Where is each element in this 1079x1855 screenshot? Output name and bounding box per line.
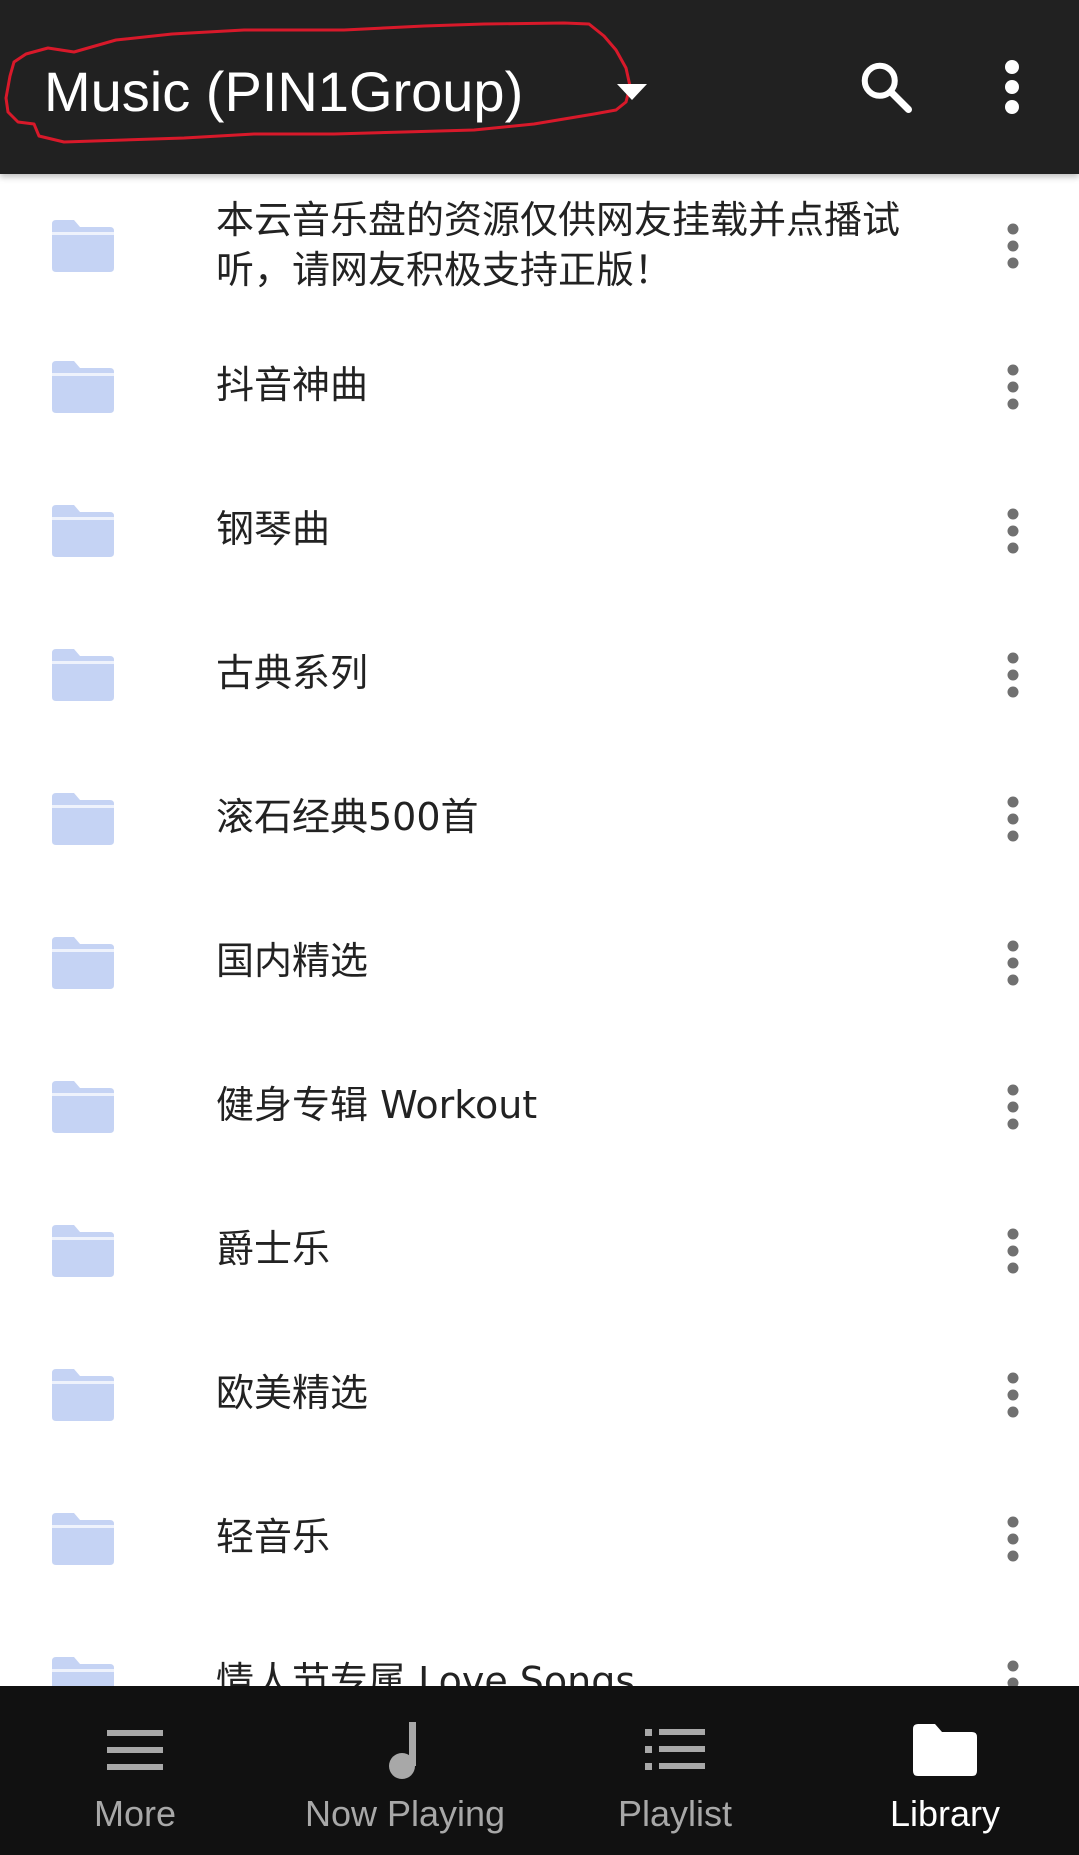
folder-name: 健身专辑 Workout: [216, 1083, 538, 1127]
item-more-button[interactable]: [1000, 1655, 1026, 1686]
folder-name: 国内精选: [216, 939, 369, 983]
more-vert-icon: [1007, 223, 1019, 269]
nav-more[interactable]: More: [0, 1686, 270, 1855]
more-vert-icon: [1005, 60, 1019, 114]
menu-icon: [107, 1730, 163, 1770]
folder-name: 情人节专属 Love Songs: [216, 1659, 636, 1686]
more-vert-icon: [1007, 1084, 1019, 1130]
music-note-icon: [389, 1722, 416, 1779]
search-icon: [861, 62, 912, 113]
folder-name: 欧美精选: [216, 1371, 369, 1415]
more-vert-icon: [1007, 508, 1019, 554]
app-bar: Music (PIN1Group): [0, 0, 1079, 174]
list-item[interactable]: 爵士乐: [0, 1185, 1079, 1329]
more-vert-icon: [1007, 940, 1019, 986]
search-button[interactable]: [846, 47, 926, 127]
list-item[interactable]: 滚石经典500首: [0, 753, 1079, 897]
app-title[interactable]: Music (PIN1Group): [44, 56, 523, 128]
nav-library-label: Library: [889, 1793, 1001, 1834]
list-item[interactable]: 钢琴曲: [0, 465, 1079, 609]
folder-icon: [913, 1724, 977, 1776]
item-more-button[interactable]: [1000, 1079, 1026, 1135]
more-vert-icon: [1007, 1516, 1019, 1562]
folder-icon: [52, 793, 114, 845]
item-more-button[interactable]: [1000, 791, 1026, 847]
folder-icon: [52, 1225, 114, 1277]
more-vert-icon: [1007, 364, 1019, 410]
item-more-button[interactable]: [1000, 1223, 1026, 1279]
folder-name: 轻音乐: [216, 1515, 331, 1559]
item-more-button[interactable]: [1000, 935, 1026, 991]
folder-name: 抖音神曲: [216, 363, 369, 407]
folder-icon: [52, 505, 114, 557]
item-more-button[interactable]: [1000, 1367, 1026, 1423]
folder-icon: [52, 1369, 114, 1421]
list-item[interactable]: 情人节专属 Love Songs: [0, 1617, 1079, 1686]
list-item[interactable]: 国内精选: [0, 897, 1079, 1041]
folder-icon: [52, 1513, 114, 1565]
more-vert-icon: [1007, 1228, 1019, 1274]
folder-name: 古典系列: [216, 651, 369, 695]
list-item[interactable]: 健身专辑 Workout: [0, 1041, 1079, 1185]
item-more-button[interactable]: [1000, 359, 1026, 415]
item-more-button[interactable]: [1000, 1511, 1026, 1567]
folder-name: 滚石经典500首: [216, 795, 479, 839]
list-item[interactable]: 本云音乐盘的资源仅供网友挂载并点播试听，请网友积极支持正版！: [0, 174, 1079, 316]
folder-name: 爵士乐: [216, 1227, 331, 1271]
list-item[interactable]: 欧美精选: [0, 1329, 1079, 1473]
dropdown-arrow-icon[interactable]: [617, 84, 647, 102]
item-more-button[interactable]: [1000, 647, 1026, 703]
more-vert-icon: [1007, 796, 1019, 842]
overflow-menu-button[interactable]: [972, 47, 1052, 127]
nav-now-playing-label: Now Playing: [304, 1793, 506, 1834]
item-more-button[interactable]: [1000, 503, 1026, 559]
list-item[interactable]: 抖音神曲: [0, 321, 1079, 465]
folder-icon: [52, 220, 114, 272]
list-item[interactable]: 轻音乐: [0, 1473, 1079, 1617]
folder-icon: [52, 1657, 114, 1686]
folder-name: 本云音乐盘的资源仅供网友挂载并点播试听，请网友积极支持正版！: [216, 198, 901, 292]
more-vert-icon: [1007, 652, 1019, 698]
folder-name: 钢琴曲: [216, 507, 331, 551]
nav-playlist[interactable]: Playlist: [540, 1686, 810, 1855]
item-more-button[interactable]: [1000, 218, 1026, 274]
playlist-icon: [645, 1729, 705, 1770]
folder-icon: [52, 361, 114, 413]
folder-icon: [52, 937, 114, 989]
nav-library[interactable]: Library: [810, 1686, 1079, 1855]
folder-list[interactable]: 本云音乐盘的资源仅供网友挂载并点播试听，请网友积极支持正版！ 抖音神曲 钢琴曲: [0, 174, 1079, 1686]
nav-playlist-label: Playlist: [617, 1793, 733, 1834]
folder-icon: [52, 649, 114, 701]
folder-icon: [52, 1081, 114, 1133]
more-vert-icon: [1007, 1660, 1019, 1686]
nav-now-playing[interactable]: Now Playing: [270, 1686, 540, 1855]
list-item[interactable]: 古典系列: [0, 609, 1079, 753]
nav-more-label: More: [93, 1793, 177, 1834]
more-vert-icon: [1007, 1372, 1019, 1418]
bottom-navigation: More Now Playing Playlist Library: [0, 1686, 1079, 1855]
